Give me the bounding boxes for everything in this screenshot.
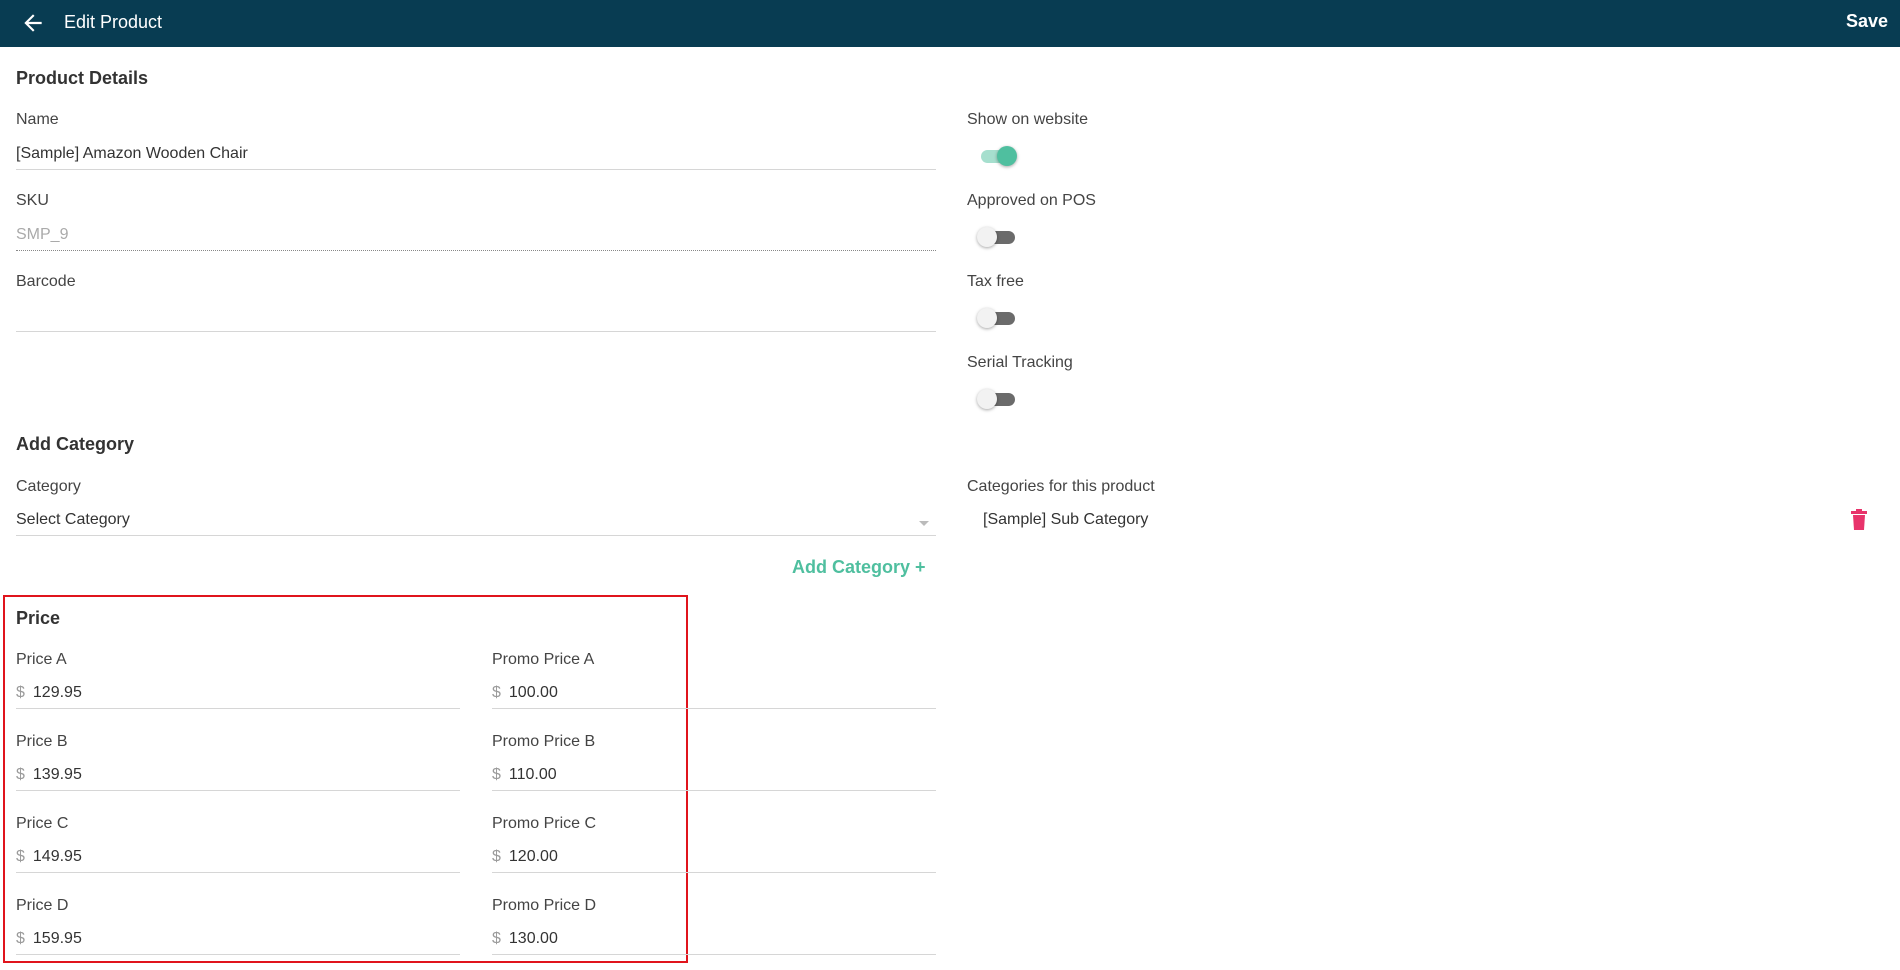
name-value: [Sample] Amazon Wooden Chair — [16, 145, 248, 162]
promo-price-a-label: Promo Price A — [492, 651, 595, 668]
promo-price-a-value: 100.00 — [508, 684, 558, 701]
price-d-label: Price D — [16, 897, 69, 914]
promo-price-a-input[interactable]: $100.00 — [492, 678, 936, 709]
promo-price-c-label: Promo Price C — [492, 815, 597, 832]
approved-on-pos-toggle[interactable] — [975, 225, 1019, 249]
add-category-button[interactable]: Add Category + — [792, 557, 926, 578]
currency-symbol: $ — [492, 766, 501, 783]
price-c-label: Price C — [16, 815, 69, 832]
serial-tracking-toggle[interactable] — [975, 387, 1019, 411]
promo-price-c-input[interactable]: $120.00 — [492, 842, 936, 873]
approved-on-pos-label: Approved on POS — [967, 192, 1096, 209]
currency-symbol: $ — [492, 848, 501, 865]
toggle-knob — [977, 227, 997, 247]
price-b-label: Price B — [16, 733, 68, 750]
price-c-value: 149.95 — [32, 848, 82, 865]
chevron-down-icon — [919, 521, 929, 526]
promo-price-d-value: 130.00 — [508, 930, 558, 947]
currency-symbol: $ — [492, 930, 501, 947]
promo-price-d-label: Promo Price D — [492, 897, 597, 914]
price-a-label: Price A — [16, 651, 67, 668]
save-button[interactable]: Save — [1846, 11, 1888, 32]
product-details-title: Product Details — [16, 68, 149, 88]
promo-price-b-value: 110.00 — [508, 766, 557, 783]
price-d-input[interactable]: $159.95 — [16, 924, 460, 955]
categories-for-product-label: Categories for this product — [967, 478, 1155, 495]
price-c-input[interactable]: $149.95 — [16, 842, 460, 873]
assigned-category-item: [Sample] Sub Category — [983, 511, 1149, 528]
sku-input: SMP_9 — [16, 220, 936, 251]
price-title: Price — [16, 608, 61, 628]
price-b-input[interactable]: $139.95 — [16, 760, 460, 791]
name-input[interactable]: [Sample] Amazon Wooden Chair — [16, 139, 936, 170]
show-on-website-toggle[interactable] — [975, 144, 1019, 168]
currency-symbol: $ — [492, 684, 501, 701]
trash-icon[interactable] — [1850, 509, 1868, 531]
price-d-value: 159.95 — [32, 930, 82, 947]
currency-symbol: $ — [16, 684, 25, 701]
promo-price-d-input[interactable]: $130.00 — [492, 924, 936, 955]
toggle-knob — [977, 389, 997, 409]
top-app-bar: Edit Product Save — [0, 0, 1900, 47]
price-b-value: 139.95 — [32, 766, 82, 783]
promo-price-b-input[interactable]: $110.00 — [492, 760, 936, 791]
barcode-label: Barcode — [16, 273, 76, 290]
sku-label: SKU — [16, 192, 49, 209]
category-select[interactable]: Select Category — [16, 505, 936, 536]
name-label: Name — [16, 111, 59, 128]
toggle-knob — [977, 308, 997, 328]
barcode-input[interactable] — [16, 301, 936, 332]
serial-tracking-label: Serial Tracking — [967, 354, 1073, 371]
currency-symbol: $ — [16, 848, 25, 865]
show-on-website-label: Show on website — [967, 111, 1088, 128]
price-a-value: 129.95 — [32, 684, 82, 701]
promo-price-c-value: 120.00 — [508, 848, 558, 865]
promo-price-b-label: Promo Price B — [492, 733, 596, 750]
category-select-value: Select Category — [16, 511, 130, 528]
price-a-input[interactable]: $129.95 — [16, 678, 460, 709]
category-label: Category — [16, 478, 81, 495]
arrow-left-icon[interactable] — [20, 10, 46, 36]
currency-symbol: $ — [16, 930, 25, 947]
tax-free-toggle[interactable] — [975, 306, 1019, 330]
tax-free-label: Tax free — [967, 273, 1024, 290]
add-category-title: Add Category — [16, 434, 135, 454]
toggle-knob — [997, 146, 1017, 166]
currency-symbol: $ — [16, 766, 25, 783]
page-title: Edit Product — [64, 12, 163, 32]
sku-value: SMP_9 — [16, 226, 69, 243]
